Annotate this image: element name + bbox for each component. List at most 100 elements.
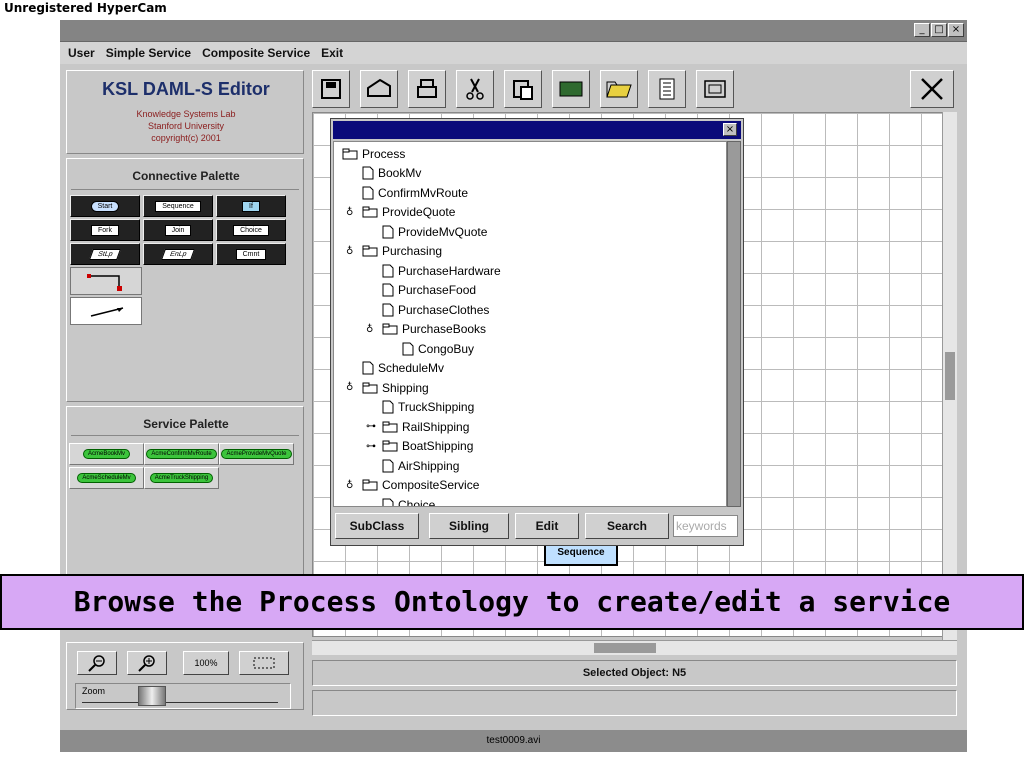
arrow-connector-icon (90, 307, 124, 317)
folder-icon (382, 323, 398, 335)
edit-button[interactable] (360, 70, 398, 108)
save-button[interactable] (312, 70, 350, 108)
zoom-out-icon (88, 655, 105, 672)
zoom-out-button[interactable] (77, 651, 117, 675)
tree-node-label: Purchasing (382, 244, 443, 258)
application-window: _ □ × User Simple Service Composite Serv… (60, 20, 967, 752)
ontology-tree[interactable]: Process BookMv ConfirmMvRoute ♁ ProvideQuote… (333, 141, 727, 507)
frame-button[interactable] (696, 70, 734, 108)
keywords-input[interactable]: keywords (673, 515, 738, 537)
dialog-title-bar[interactable]: × (333, 121, 741, 139)
palette-fork-label: Fork (91, 224, 119, 236)
expanded-handle-icon[interactable]: ♁ (346, 207, 353, 218)
vertical-scroll-thumb[interactable] (945, 352, 955, 400)
service-item-label: AcmeBookMv (82, 449, 130, 459)
zoom-slider-thumb[interactable] (138, 686, 166, 706)
tree-node[interactable]: CongoBuy (402, 339, 474, 358)
close-canvas-button[interactable] (910, 70, 954, 108)
menu-simple-service[interactable]: Simple Service (106, 46, 191, 60)
tree-node[interactable]: TruckShipping (382, 398, 474, 417)
expanded-handle-icon[interactable]: ♁ (346, 246, 353, 257)
collapsed-handle-icon[interactable]: ⊶ (366, 441, 376, 452)
dialog-close-button[interactable]: × (723, 123, 737, 136)
menu-user[interactable]: User (68, 46, 95, 60)
new-canvas-icon (559, 81, 583, 97)
service-item[interactable]: AcmeTruckShipping (144, 467, 219, 489)
expanded-handle-icon[interactable]: ♁ (346, 382, 353, 393)
tree-node[interactable]: ScheduleMv (362, 359, 444, 378)
palette-cmnt[interactable]: Cmnt (216, 243, 286, 265)
print-button[interactable] (408, 70, 446, 108)
tree-node[interactable]: PurchaseHardware (382, 261, 501, 280)
tree-node[interactable]: PurchaseFood (382, 281, 476, 300)
canvas-horizontal-scrollbar[interactable] (312, 640, 957, 655)
title-bar[interactable]: _ □ × (60, 20, 967, 42)
palette-connector-arrow[interactable] (70, 297, 142, 325)
zoom-in-button[interactable] (127, 651, 167, 675)
zoom-fit-button[interactable] (239, 651, 289, 675)
sibling-button[interactable]: Sibling (429, 513, 509, 539)
edit-class-button[interactable]: Edit (515, 513, 579, 539)
menu-composite-service[interactable]: Composite Service (202, 46, 310, 60)
zoom-slider-track[interactable] (82, 702, 278, 703)
tree-node[interactable]: BookMv (362, 164, 421, 183)
service-palette-title: Service Palette (143, 417, 229, 431)
list-button[interactable] (648, 70, 686, 108)
palette-fork[interactable]: Fork (70, 219, 140, 241)
menu-exit[interactable]: Exit (321, 46, 343, 60)
document-icon (362, 361, 374, 375)
tree-node[interactable]: ♁ ProvideQuote (346, 203, 455, 222)
maximize-button[interactable]: □ (931, 23, 947, 37)
tree-node[interactable]: Choice (382, 495, 435, 506)
tree-node[interactable]: Process (342, 144, 405, 163)
cut-button[interactable] (456, 70, 494, 108)
palette-join[interactable]: Join (143, 219, 213, 241)
connective-palette: Connective Palette Start Sequence If For… (66, 158, 304, 402)
expanded-handle-icon[interactable]: ♁ (346, 480, 353, 491)
tree-node[interactable]: ♁ Purchasing (346, 242, 443, 261)
search-button[interactable]: Search (585, 513, 669, 539)
document-icon (382, 400, 394, 414)
service-item[interactable]: AcmeBookMv (69, 443, 144, 465)
minimize-button[interactable]: _ (914, 23, 930, 37)
document-icon (382, 283, 394, 297)
palette-sequence[interactable]: Sequence (143, 195, 213, 217)
palette-join-label: Join (164, 224, 192, 236)
tree-node[interactable]: ⊶ RailShipping (366, 417, 469, 436)
close-window-button[interactable]: × (948, 23, 964, 37)
tree-node[interactable]: ConfirmMvRoute (362, 183, 468, 202)
tree-node[interactable]: ♁ PurchaseBooks (366, 320, 486, 339)
org-line-1: Knowledge Systems Lab (136, 109, 236, 119)
palette-enlp[interactable]: EnLp (143, 243, 213, 265)
open-button[interactable] (600, 70, 638, 108)
palette-if[interactable]: If (216, 195, 286, 217)
service-item[interactable]: AcmeProvideMvQuote (219, 443, 294, 465)
tree-node[interactable]: ⊶ BoatShipping (366, 437, 473, 456)
subclass-button[interactable]: SubClass (335, 513, 419, 539)
tree-node-label: ScheduleMv (378, 361, 445, 375)
palette-choice[interactable]: Choice (216, 219, 286, 241)
tree-node[interactable]: ♁ Shipping (346, 378, 429, 397)
tree-node[interactable]: ♁ CompositeService (346, 476, 479, 495)
tree-node-label: CongoBuy (418, 341, 475, 356)
tree-node-label: ProvideMvQuote (398, 224, 488, 239)
collapsed-handle-icon[interactable]: ⊶ (366, 421, 376, 432)
tree-scrollbar[interactable] (727, 141, 741, 507)
new-button[interactable] (552, 70, 590, 108)
expanded-handle-icon[interactable]: ♁ (366, 324, 373, 335)
palette-connector-elbow[interactable] (70, 267, 142, 295)
org-line-2: Stanford University (147, 121, 225, 131)
tree-node[interactable]: PurchaseClothes (382, 300, 489, 319)
close-icon (921, 78, 943, 100)
zoom-100-button[interactable]: 100% (183, 651, 229, 675)
paste-button[interactable] (504, 70, 542, 108)
horizontal-scroll-thumb[interactable] (594, 643, 656, 653)
tree-node[interactable]: AirShipping (382, 456, 459, 475)
palette-stlp[interactable]: StLp (70, 243, 140, 265)
palette-start[interactable]: Start (70, 195, 140, 217)
canvas-vertical-scrollbar[interactable] (942, 112, 957, 652)
dialog-button-bar: SubClass Sibling Edit Search keywords (333, 511, 741, 541)
service-item[interactable]: AcmeScheduleMv (69, 467, 144, 489)
service-item[interactable]: AcmeConfirmMvRoute (144, 443, 219, 465)
tree-node[interactable]: ProvideMvQuote (382, 222, 487, 241)
